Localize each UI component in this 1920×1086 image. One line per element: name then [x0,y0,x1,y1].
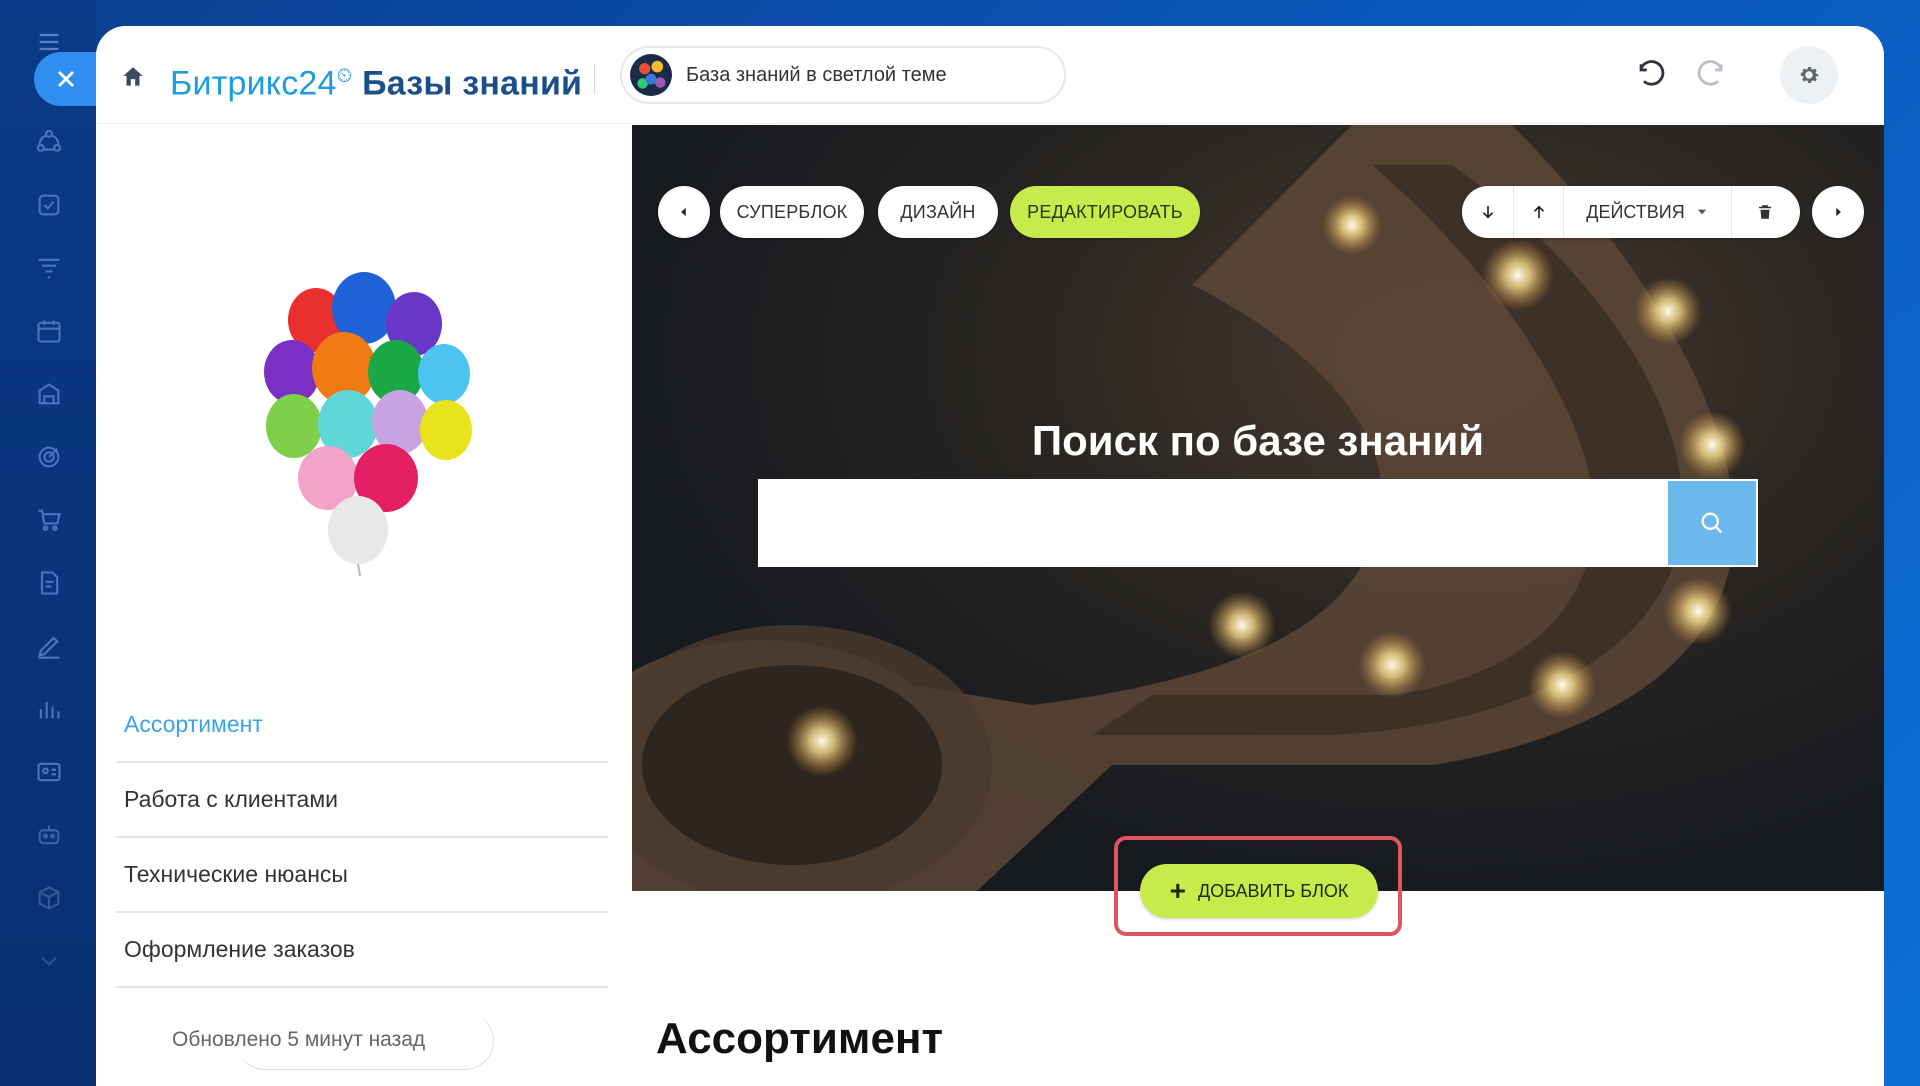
clock-icon: ⏲ [336,65,353,87]
actions-label: ДЕЙСТВИЯ [1586,201,1685,222]
add-block-label: ДОБАВИТЬ БЛОК [1197,880,1349,901]
document-icon[interactable] [33,567,65,599]
brand-name: Битрикс24 [170,64,337,103]
block-actions-group: ДЕЙСТВИЯ [1462,186,1800,238]
site-name: База знаний в светлой теме [686,63,947,86]
close-icon [58,71,74,87]
previous-block-button[interactable] [658,186,710,238]
plus-icon: + [1169,875,1186,906]
cart-icon[interactable] [33,504,65,536]
sidebar-nav: Ассортимент Работа с клиентами Техническ… [116,688,608,988]
caret-right-icon [1836,207,1841,217]
pencil-icon[interactable] [33,630,65,662]
caret-left-icon [681,207,686,217]
undo-icon[interactable] [1634,60,1668,94]
funnel-icon[interactable] [33,252,65,284]
site-avatar [630,54,672,96]
target-icon[interactable] [33,441,65,473]
search-bar [758,479,1758,567]
crm-icon[interactable] [33,126,65,158]
site-selector[interactable]: База знаний в светлой теме [620,46,1066,104]
arrow-up-icon [1533,205,1544,218]
chevron-down-icon[interactable] [33,945,65,977]
left-rail [0,0,114,1086]
design-button[interactable]: ДИЗАЙН [878,186,998,238]
top-bar: Битрикс24⏲ Базы знаний База знаний в све… [96,26,1884,124]
delete-block-button[interactable] [1732,186,1798,238]
brand-title[interactable]: Битрикс24⏲ Базы знаний [170,56,582,103]
next-block-button[interactable] [1812,186,1864,238]
analytics-icon[interactable] [33,693,65,725]
balloons-logo [264,272,472,577]
edit-button[interactable]: РЕДАКТИРОВАТЬ [1010,186,1200,238]
search-button[interactable] [1668,481,1756,565]
store-icon[interactable] [33,378,65,410]
search-icon [1701,512,1723,534]
move-up-button[interactable] [1514,186,1564,238]
box-icon[interactable] [33,882,65,914]
chevron-down-icon [1697,209,1706,215]
trash-icon [1759,205,1771,219]
tasks-icon[interactable] [33,189,65,221]
sidebar-item-technical[interactable]: Технические нюансы [116,838,608,913]
actions-dropdown[interactable]: ДЕЙСТВИЯ [1564,186,1732,238]
home-icon[interactable] [120,64,146,90]
calendar-icon[interactable] [33,315,65,347]
search-input[interactable] [758,479,1668,567]
editor-window: Битрикс24⏲ Базы знаний База знаний в све… [96,26,1884,1086]
sidebar-item-assortment[interactable]: Ассортимент [116,688,608,763]
contact-card-icon[interactable] [33,756,65,788]
sidebar: Ассортимент Работа с клиентами Техническ… [96,124,620,1086]
divider [594,64,595,94]
section-heading: Ассортимент [656,1014,944,1063]
sidebar-item-clients[interactable]: Работа с клиентами [116,763,608,838]
redo-icon[interactable] [1694,60,1728,94]
move-down-button[interactable] [1462,186,1514,238]
arrow-down-icon [1482,206,1493,219]
superblock-button[interactable]: СУПЕРБЛОК [720,186,864,238]
hero-block[interactable]: Поиск по базе знаний [632,125,1884,891]
gear-icon [1800,66,1819,84]
settings-button[interactable] [1780,46,1838,104]
add-block-button[interactable]: + ДОБАВИТЬ БЛОК [1140,864,1378,918]
sidebar-item-orders[interactable]: Оформление заказов [116,913,608,988]
bot-icon[interactable] [33,819,65,851]
brand-suffix: Базы знаний [362,64,583,103]
updated-status: Обновлено 5 минут назад [172,1028,426,1051]
hero-title: Поиск по базе знаний [1031,417,1485,464]
